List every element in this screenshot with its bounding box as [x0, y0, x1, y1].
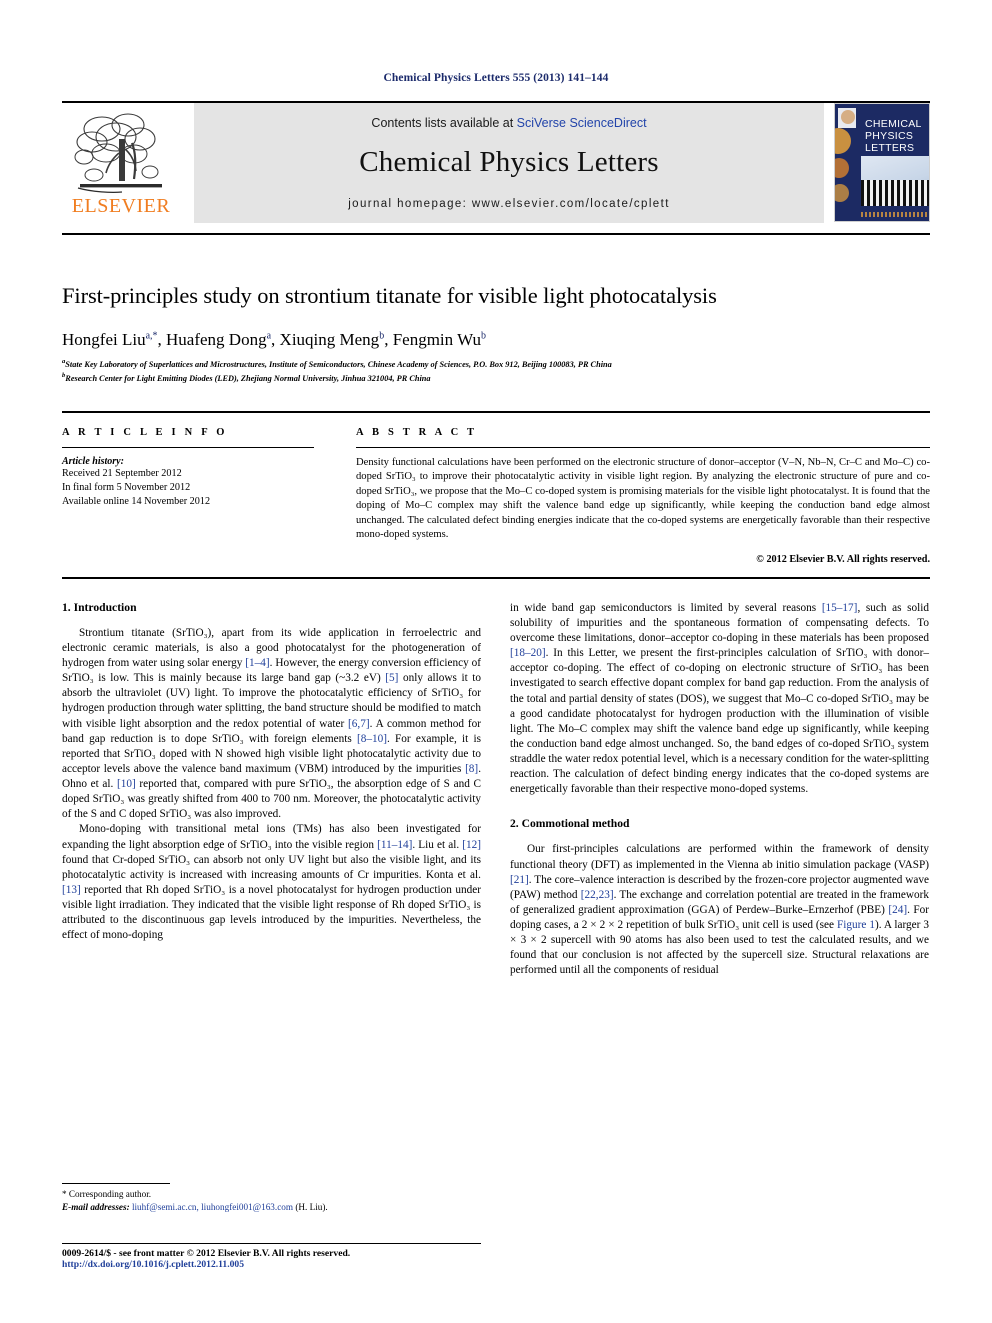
abstract-text: Density functional calculations have bee… — [356, 456, 930, 541]
cover-circle-decor-icon — [841, 110, 855, 124]
cover-circle-decor-icon — [835, 128, 851, 154]
cover-title-line-3: LETTERS — [865, 142, 915, 155]
cover-circle-decor-icon — [835, 158, 849, 178]
body-paragraph: in wide band gap semiconductors is limit… — [510, 601, 930, 796]
info-abstract-block: A R T I C L E I N F O Article history: R… — [62, 410, 930, 565]
body-paragraph: Our first-principles calculations are pe… — [510, 843, 930, 977]
body-paragraph: Mono-doping with transitional metal ions… — [62, 823, 481, 942]
author-affil-marker: b — [480, 330, 486, 342]
cover-title: CHEMICAL PHYSICS LETTERS — [865, 118, 922, 154]
affiliation-item: bResearch Center for Light Emitting Diod… — [62, 371, 930, 385]
affiliation-text: Research Center for Light Emitting Diode… — [65, 373, 431, 383]
author-name: Huafeng Dong — [166, 330, 267, 349]
cover-barcode-image — [861, 180, 929, 206]
running-head: Chemical Physics Letters 555 (2013) 141–… — [383, 72, 609, 84]
article-history-final-form: In final form 5 November 2012 — [62, 481, 191, 493]
affiliation-text: State Key Laboratory of Superlattices an… — [65, 360, 612, 370]
elsevier-wordmark: ELSEVIER — [71, 195, 171, 217]
cover-title-line-2: PHYSICS — [865, 130, 914, 143]
journal-title: Chemical Physics Letters — [359, 146, 659, 178]
cover-circle-decor-icon — [835, 184, 849, 202]
abstract-copyright: © 2012 Elsevier B.V. All rights reserved… — [756, 553, 930, 565]
article-info-column: A R T I C L E I N F O Article history: R… — [62, 413, 338, 565]
footer-issn-line: 0009-2614/$ - see front matter © 2012 El… — [62, 1248, 351, 1259]
corresponding-author-footnote: * Corresponding author. E-mail addresses… — [62, 1183, 481, 1214]
author-affil-marker: a,* — [145, 330, 158, 342]
affiliation-list: aState Key Laboratory of Superlattices a… — [62, 357, 930, 385]
page-footer: 0009-2614/$ - see front matter © 2012 El… — [62, 1243, 562, 1270]
author-name: Fengmin Wu — [392, 330, 481, 349]
journal-homepage-line[interactable]: journal homepage: www.elsevier.com/locat… — [348, 198, 670, 210]
footnote-email-line: E-mail addresses: liuhf@semi.ac.cn, liuh… — [62, 1201, 481, 1214]
elsevier-logo: ELSEVIER — [62, 103, 180, 223]
abstract-bottom-rule — [62, 576, 930, 579]
author-name: Xiuqing Meng — [279, 330, 380, 349]
article-info-rule — [62, 446, 314, 448]
author-name: Hongfei Liu — [62, 330, 146, 349]
elsevier-tree-icon — [74, 113, 162, 193]
journal-banner: Contents lists available at SciVerse Sci… — [194, 103, 824, 223]
body-column-left: 1. Introduction Strontium titanate (SrTi… — [62, 601, 481, 979]
body-column-right: in wide band gap semiconductors is limit… — [510, 601, 929, 979]
contents-available-line: Contents lists available at SciVerse Sci… — [371, 116, 646, 130]
article-info-heading: A R T I C L E I N F O — [62, 426, 228, 438]
article-history-received: Received 21 September 2012 — [62, 467, 182, 479]
author-affil-marker: b — [379, 330, 385, 342]
footer-rule — [62, 1243, 481, 1244]
cover-footer-strip — [861, 212, 927, 217]
footnote-email-label: E-mail addresses: — [62, 1202, 130, 1213]
paper-page: Chemical Physics Letters 555 (2013) 141–… — [0, 0, 992, 1323]
footnote-email-suffix: (H. Liu). — [295, 1202, 328, 1213]
masthead-bottom-rule — [62, 233, 930, 235]
abstract-column: A B S T R A C T Density functional calcu… — [338, 413, 930, 565]
footnote-corresponding-author: * Corresponding author. — [62, 1189, 152, 1199]
sciencedirect-link[interactable]: SciVerse ScienceDirect — [517, 116, 647, 130]
cover-title-line-1: CHEMICAL — [865, 118, 922, 130]
author-list: Hongfei Liua,*, Huafeng Donga, Xiuqing M… — [62, 330, 486, 349]
article-history-available-online: Available online 14 November 2012 — [62, 495, 211, 507]
journal-masthead: ELSEVIER Contents lists available at Sci… — [62, 101, 930, 223]
affiliation-item: aState Key Laboratory of Superlattices a… — [62, 357, 930, 371]
abstract-rule — [356, 446, 930, 448]
contents-prefix: Contents lists available at — [371, 116, 517, 130]
page-title: First-principles study on strontium tita… — [62, 283, 717, 308]
abstract-heading: A B S T R A C T — [356, 426, 478, 438]
footnote-rule — [62, 1183, 170, 1184]
footer-doi-link[interactable]: http://dx.doi.org/10.1016/j.cplett.2012.… — [62, 1259, 562, 1270]
section-heading-introduction: 1. Introduction — [62, 600, 137, 614]
author-affil-marker: a — [266, 330, 272, 342]
body-paragraph: Strontium titanate (SrTiO₃), apart from … — [62, 626, 482, 821]
journal-cover-thumbnail: CHEMICAL PHYSICS LETTERS — [834, 103, 930, 222]
footnote-email-addresses[interactable]: liuhf@semi.ac.cn, liuhongfei001@163.com — [132, 1202, 293, 1212]
body-columns: 1. Introduction Strontium titanate (SrTi… — [62, 601, 930, 979]
section-heading-method: 2. Commotional method — [510, 817, 630, 831]
article-history-label: Article history: — [62, 455, 124, 467]
